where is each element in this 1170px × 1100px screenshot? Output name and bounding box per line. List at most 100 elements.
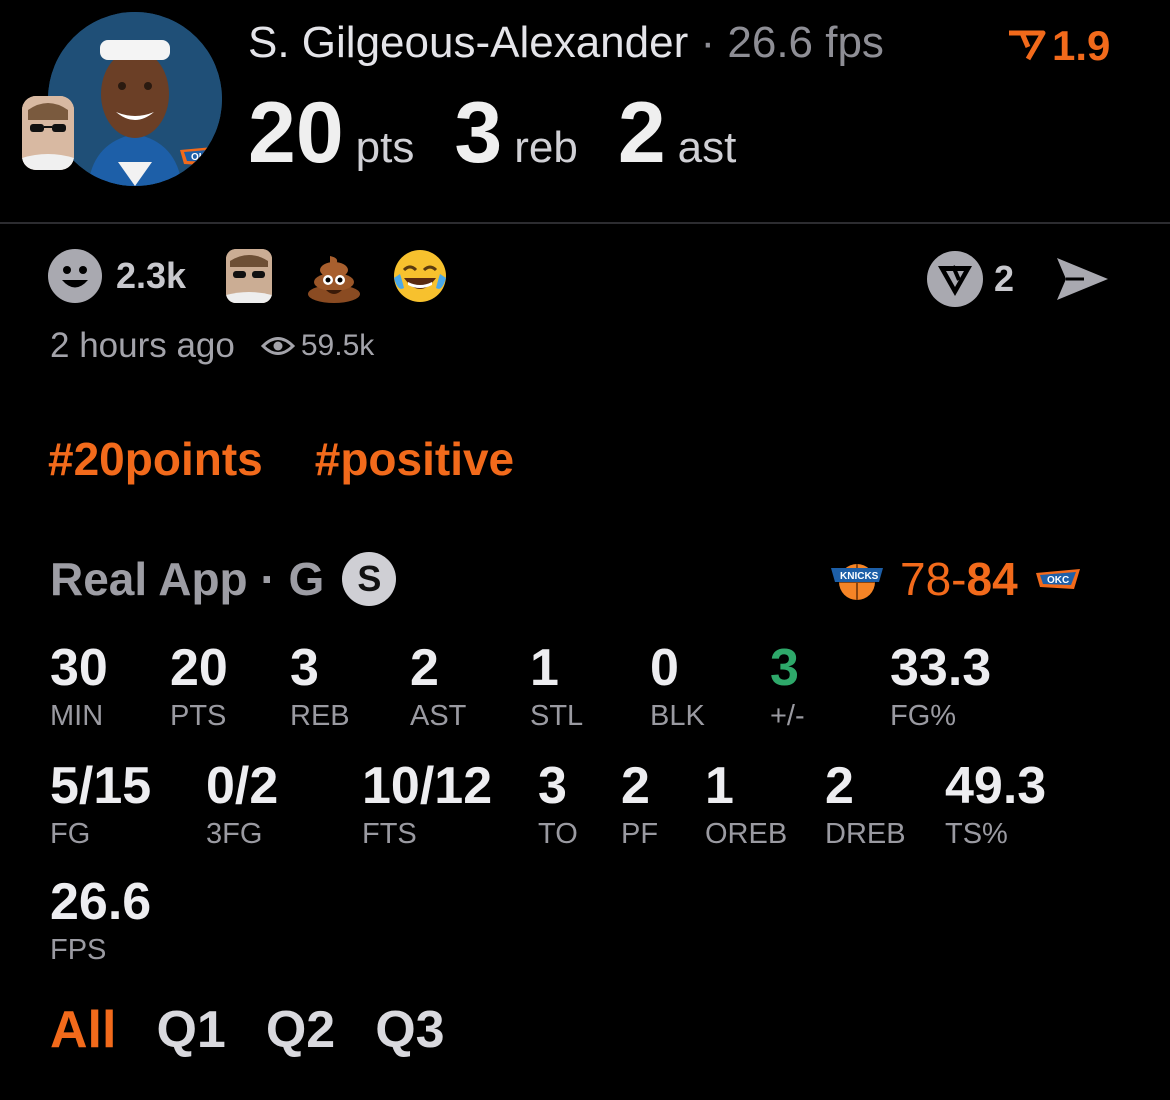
view-count: 59.5k xyxy=(300,329,375,362)
stat-value: 49.3 xyxy=(945,757,1047,815)
svg-text:OKC: OKC xyxy=(1047,575,1069,586)
stat-value: 0/2 xyxy=(206,757,279,815)
stat-label: REB xyxy=(290,700,350,732)
team-logo-okc: OKC xyxy=(178,142,222,170)
svg-text:KNICKS: KNICKS xyxy=(840,571,879,582)
stat-label: STL xyxy=(530,700,584,732)
stat-value: 33.3 xyxy=(890,639,992,697)
stat-label: TO xyxy=(538,818,578,850)
stat-label: AST xyxy=(410,700,467,732)
stat-label: FG xyxy=(50,818,91,850)
hashtag-link[interactable]: #20points xyxy=(48,432,263,486)
stat-label: TS% xyxy=(945,818,1008,850)
stat-value: 1 xyxy=(705,757,734,815)
stat-min: 30 MIN xyxy=(50,642,108,733)
stat-label: DREB xyxy=(825,818,906,850)
stat-label: PF xyxy=(621,818,659,850)
stat-value: 3 xyxy=(290,639,319,697)
stat-value: 1 xyxy=(530,639,559,697)
stat-value: 26.6 xyxy=(50,873,152,931)
stat-blk: 0 BLK xyxy=(650,642,705,733)
separator: · xyxy=(700,18,716,67)
share-count[interactable]: 2 xyxy=(994,258,1014,300)
stat-value: 20 xyxy=(170,639,228,697)
status-badge: S xyxy=(342,552,397,606)
knicks-logo-icon: KNICKS xyxy=(831,564,883,600)
tab-q3[interactable]: Q3 xyxy=(375,1000,444,1060)
add-reaction-smiley-icon[interactable] xyxy=(48,249,102,303)
stat-ast: 2 AST xyxy=(410,642,466,733)
stat-ts-pct: 49.3 TS% xyxy=(945,760,1046,851)
stat-value: 2 xyxy=(621,757,650,815)
stat-oreb: 1 OREB xyxy=(705,760,787,851)
stat-label: 3FG xyxy=(206,818,263,850)
stat-value: 0 xyxy=(650,639,679,697)
stat-value: 10/12 xyxy=(362,757,493,815)
quarter-tabs: All Q1 Q2 Q3 xyxy=(50,1000,445,1060)
stat-to: 3 TO xyxy=(538,760,578,851)
score-separator: - xyxy=(951,553,967,605)
home-score: 84 xyxy=(966,553,1018,605)
vote-value: 1.9 xyxy=(1052,22,1111,69)
hashtags: #20points #positive xyxy=(48,432,514,486)
stat-fts: 10/12 FTS xyxy=(362,760,492,851)
stat-value: 2 xyxy=(825,757,854,815)
stat-fg: 5/15 FG xyxy=(50,760,151,851)
stat-fps: 26.6 FPS xyxy=(50,876,151,967)
player-name-line[interactable]: S. Gilgeous-Alexander · 26.6 fps xyxy=(248,18,884,68)
poop-emoji-icon[interactable] xyxy=(306,248,362,304)
fps-label: 26.6 fps xyxy=(727,18,884,67)
player-avatar[interactable]: OKC xyxy=(48,12,222,186)
hashtag-link[interactable]: #positive xyxy=(315,432,514,486)
stat-label: PTS xyxy=(170,700,227,732)
stat-label: MIN xyxy=(50,700,104,732)
stat-3fg: 0/2 3FG xyxy=(206,760,278,851)
game-score[interactable]: KNICKS 78-84 OKC xyxy=(830,552,1082,606)
send-icon[interactable] xyxy=(1054,254,1110,304)
reaction-count[interactable]: 2.3k xyxy=(116,255,186,297)
away-score: 78 xyxy=(900,553,952,605)
reb-value: 3 xyxy=(454,85,503,181)
stat-label: FPS xyxy=(50,934,107,966)
stat-value: 2 xyxy=(410,639,439,697)
stat-fg-pct: 33.3 FG% xyxy=(890,642,991,733)
okc-logo-icon: OKC xyxy=(1035,569,1080,589)
ast-value: 2 xyxy=(617,85,666,181)
vote-score[interactable]: 1.9 xyxy=(1006,22,1110,70)
tab-all[interactable]: All xyxy=(50,1000,116,1060)
vote-arrow-icon xyxy=(1009,30,1046,61)
reactions-row: 2.3k xyxy=(48,248,478,304)
tab-q1[interactable]: Q1 xyxy=(156,1000,225,1060)
reshare-logo-icon[interactable] xyxy=(926,250,984,308)
eye-icon xyxy=(260,337,295,355)
sunglasses-user-icon xyxy=(22,96,74,170)
stat-plus-minus: 3 +/- xyxy=(770,642,805,733)
sunglasses-user-icon[interactable] xyxy=(226,249,273,303)
poster-avatar[interactable] xyxy=(22,96,74,170)
game-title[interactable]: Real App · G S xyxy=(50,552,397,606)
share-group: 2 xyxy=(926,250,1110,308)
stat-reb: 3 REB xyxy=(290,642,350,733)
post-meta: 2 hours ago 59.5k xyxy=(50,326,374,366)
stat-pts: 20 PTS xyxy=(170,642,228,733)
tab-q2[interactable]: Q2 xyxy=(266,1000,335,1060)
stat-value: 30 xyxy=(50,639,108,697)
divider xyxy=(0,222,1170,224)
stat-label: +/- xyxy=(770,700,805,732)
stat-stl: 1 STL xyxy=(530,642,583,733)
stat-label: BLK xyxy=(650,700,705,732)
stat-value: 3 xyxy=(770,639,799,697)
player-name[interactable]: S. Gilgeous-Alexander xyxy=(248,18,688,67)
stat-label: FG% xyxy=(890,700,957,732)
stat-value: 5/15 xyxy=(50,757,152,815)
svg-text:OKC: OKC xyxy=(191,152,213,163)
pts-value: 20 xyxy=(248,85,344,181)
stat-label: OREB xyxy=(705,818,788,850)
game-title-text: Real App · G xyxy=(50,553,325,605)
tears-of-joy-emoji-icon[interactable] xyxy=(392,248,448,304)
reb-unit: reb xyxy=(514,123,578,172)
ast-unit: ast xyxy=(677,123,737,172)
score-text: 78-84 xyxy=(900,552,1018,606)
stat-value: 3 xyxy=(538,757,567,815)
player-statline: 20 pts 3 reb 2 ast xyxy=(248,84,776,183)
